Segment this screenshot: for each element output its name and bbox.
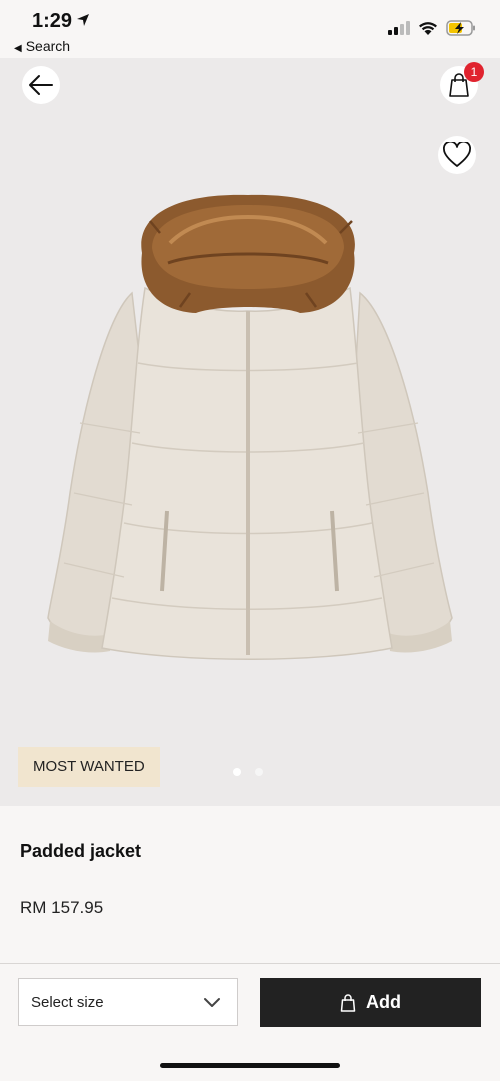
heart-icon: [443, 142, 471, 167]
product-price: RM 157.95: [20, 898, 104, 917]
product-info: Padded jacket RM 157.95: [0, 806, 500, 964]
shopping-bag-icon: [340, 993, 356, 1012]
back-button[interactable]: [22, 66, 60, 104]
battery-charging-icon: [446, 20, 475, 36]
favorite-button[interactable]: [438, 136, 476, 174]
product-title: Padded jacket: [20, 841, 142, 861]
most-wanted-badge: MOST WANTED: [18, 747, 160, 787]
location-arrow-icon: [77, 14, 89, 26]
chevron-down-icon: [204, 998, 220, 1007]
carousel-dot-1[interactable]: [233, 768, 241, 776]
home-indicator[interactable]: [160, 1063, 340, 1068]
back-to-search-link[interactable]: ◀ Search: [14, 38, 70, 54]
arrow-left-icon: [29, 75, 53, 95]
back-triangle-icon: ◀: [14, 43, 22, 54]
select-size-dropdown[interactable]: Select size: [18, 978, 238, 1026]
system-icons: [388, 20, 476, 36]
status-bar: 1:29 ◀ Search: [0, 0, 500, 58]
add-to-bag-button[interactable]: Add: [260, 978, 481, 1027]
cart-count-badge: 1: [464, 62, 484, 82]
cellular-signal-icon: [388, 21, 410, 35]
shopping-bag-button[interactable]: 1: [440, 62, 484, 104]
carousel-dot-2[interactable]: [255, 768, 263, 776]
wifi-icon: [419, 21, 437, 35]
back-app-label: Search: [25, 38, 71, 54]
add-button-label: Add: [366, 992, 401, 1012]
status-time: 1:29: [32, 10, 73, 32]
product-image-area[interactable]: 1 MOST WANTED: [0, 58, 500, 806]
select-size-label: Select size: [31, 993, 104, 1011]
product-photo-padded-jacket: [47, 194, 453, 660]
image-carousel-dots[interactable]: [233, 768, 263, 776]
